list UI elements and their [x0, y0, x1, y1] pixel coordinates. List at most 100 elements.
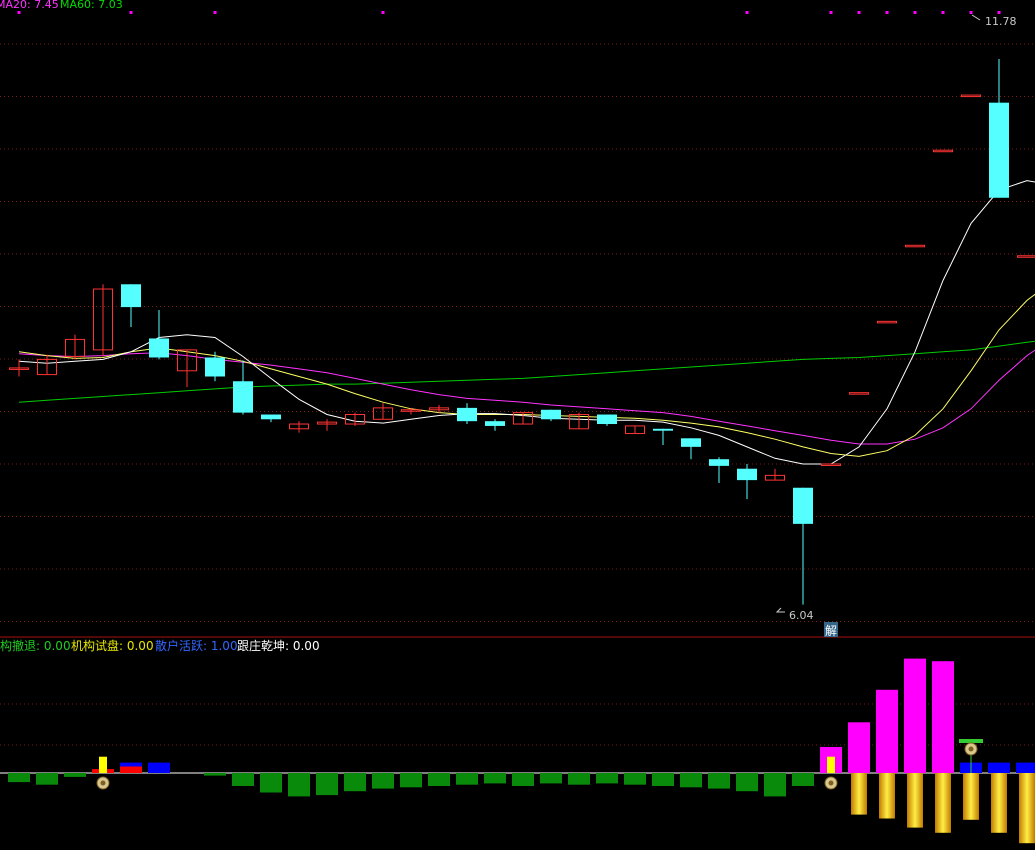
indicator-trial: 机构试盘: 0.00 — [71, 638, 154, 653]
candle — [177, 349, 197, 387]
ma60-line — [18, 340, 1035, 403]
indicator-withdraw: 构撤退: 0.00 — [0, 638, 71, 653]
candle-body — [261, 414, 281, 420]
candle-body — [821, 463, 841, 466]
magenta-bar — [904, 658, 926, 773]
gold-bar — [991, 773, 1007, 833]
low-price-label: 6.04 — [789, 609, 814, 622]
candle — [793, 487, 813, 605]
candle-body — [121, 284, 141, 308]
candle-body — [233, 381, 253, 413]
candle — [821, 463, 841, 466]
green-bar — [64, 773, 86, 777]
signal-dots — [17, 11, 1001, 14]
green-bar — [8, 773, 30, 783]
signal-dot — [213, 11, 217, 14]
green-bar — [764, 773, 786, 797]
candle — [653, 428, 673, 445]
candle-body — [149, 338, 169, 358]
signal-dot — [129, 11, 133, 14]
candlesticks — [9, 58, 1035, 605]
green-bar — [484, 773, 506, 784]
candle — [149, 309, 169, 360]
high-pointer — [971, 14, 981, 21]
coin-marker-center — [100, 780, 106, 786]
magenta-bar — [876, 689, 898, 773]
ma60-legend: MA60: 7.03 — [60, 0, 123, 11]
signal-dot — [997, 11, 1001, 14]
coin-sprout — [959, 739, 983, 743]
signal-dot — [969, 11, 973, 14]
coin-marker-center — [828, 780, 834, 786]
candle — [1017, 255, 1035, 258]
candle-body — [653, 428, 673, 431]
candle — [485, 419, 505, 431]
high-price-label: 11.78 — [985, 15, 1017, 28]
green-bar — [428, 773, 450, 786]
candle-body — [933, 149, 953, 153]
candle — [765, 468, 785, 481]
candle — [261, 414, 281, 423]
indicator-follow: 跟庄乾坤: 0.00 — [237, 638, 320, 653]
candle-body — [681, 438, 701, 447]
green-bar — [232, 773, 254, 786]
candle-body — [849, 392, 869, 395]
ma20-line — [18, 349, 1035, 445]
candle — [905, 244, 925, 248]
candle — [457, 403, 477, 425]
candle-body — [737, 468, 757, 481]
ma10-line — [18, 293, 1035, 457]
candle — [625, 425, 645, 435]
gold-bar — [935, 773, 951, 833]
green-bar — [568, 773, 590, 785]
candle — [37, 354, 57, 376]
green-bar — [260, 773, 282, 793]
green-bar — [372, 773, 394, 789]
green-bar — [652, 773, 674, 786]
indicator-bars — [0, 658, 1035, 844]
green-bar — [400, 773, 422, 788]
green-bar — [680, 773, 702, 788]
yellow-bar — [99, 756, 107, 773]
green-bar — [624, 773, 646, 785]
candle — [541, 409, 561, 422]
candle — [849, 392, 869, 395]
candle-body — [541, 409, 561, 420]
gold-bar — [851, 773, 867, 815]
candle — [121, 284, 141, 328]
candle — [961, 94, 981, 98]
candle — [65, 334, 85, 360]
candle-body — [793, 487, 813, 524]
gold-bar — [907, 773, 923, 828]
high-low-labels: 11.78 6.04 解 — [775, 14, 1017, 638]
gold-bar — [879, 773, 895, 819]
green-bar — [316, 773, 338, 796]
magenta-bar — [932, 661, 954, 773]
green-bar — [708, 773, 730, 789]
green-bar — [736, 773, 758, 792]
indicator-retail: 散户活跃: 1.00 — [155, 638, 238, 653]
candle — [317, 419, 337, 431]
candle — [93, 284, 113, 357]
magenta-bar — [848, 722, 870, 773]
signal-dot — [941, 11, 945, 14]
moving-average-lines — [18, 180, 1035, 465]
signal-dot — [885, 11, 889, 14]
candle-body — [1017, 255, 1035, 258]
candle-body — [457, 407, 477, 422]
signal-dot — [913, 11, 917, 14]
candle-body — [485, 421, 505, 426]
candle — [205, 351, 225, 382]
candle — [597, 414, 617, 426]
green-bar — [540, 773, 562, 784]
ma20-legend: MA20: 7.45 — [0, 0, 59, 11]
stock-chart[interactable]: MA20: 7.45 MA60: 7.03 11.78 6.04 解 构撤退: … — [0, 0, 1035, 850]
candle-body — [905, 244, 925, 248]
candle — [289, 421, 309, 433]
candle — [737, 463, 757, 500]
yellow-bar — [827, 756, 835, 773]
signal-dot — [17, 11, 21, 14]
blue-bar — [988, 762, 1010, 773]
green-bar — [204, 773, 226, 776]
low-pointer — [775, 607, 785, 613]
